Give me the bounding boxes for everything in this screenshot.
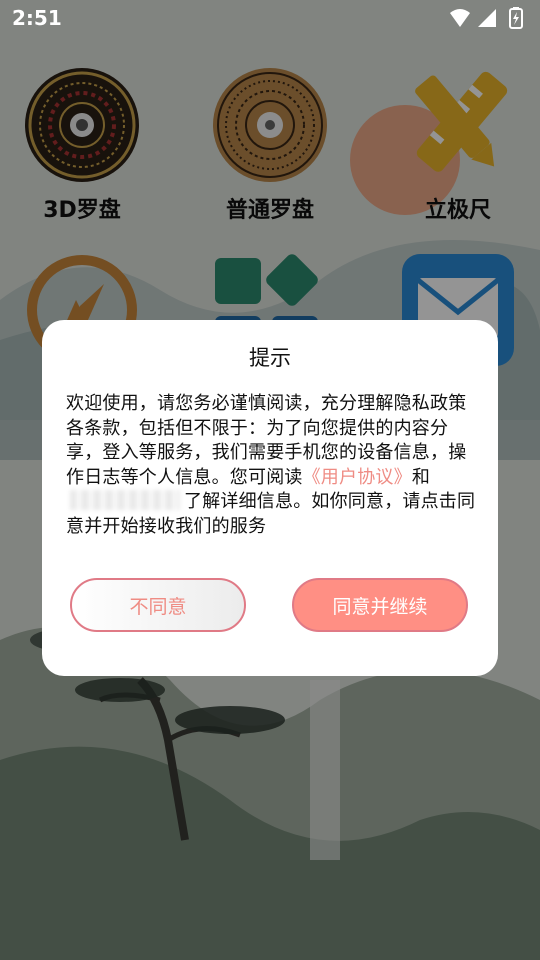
and-text: 和 <box>411 466 431 488</box>
status-time: 2:51 <box>12 6 62 30</box>
wifi-icon <box>450 9 470 27</box>
dialog-body: 欢迎使用，请您务必谨慎阅读，充分理解隐私政策各条款，包括但不限于：为了向您提供的… <box>66 392 476 539</box>
dialog-title: 提示 <box>249 346 291 370</box>
signal-icon <box>478 9 496 27</box>
status-icons <box>450 7 523 29</box>
user-agreement-link[interactable]: 《用户协议》 <box>303 467 412 488</box>
battery-icon <box>509 7 523 29</box>
privacy-dialog: 提示 欢迎使用，请您务必谨慎阅读，充分理解隐私政策各条款，包括但不限于：为了向您… <box>42 320 498 676</box>
status-bar: 2:51 <box>0 0 540 36</box>
agree-continue-button[interactable]: 同意并继续 <box>292 578 468 632</box>
redacted-privacy-policy-link[interactable] <box>70 490 180 510</box>
disagree-button[interactable]: 不同意 <box>70 578 246 632</box>
